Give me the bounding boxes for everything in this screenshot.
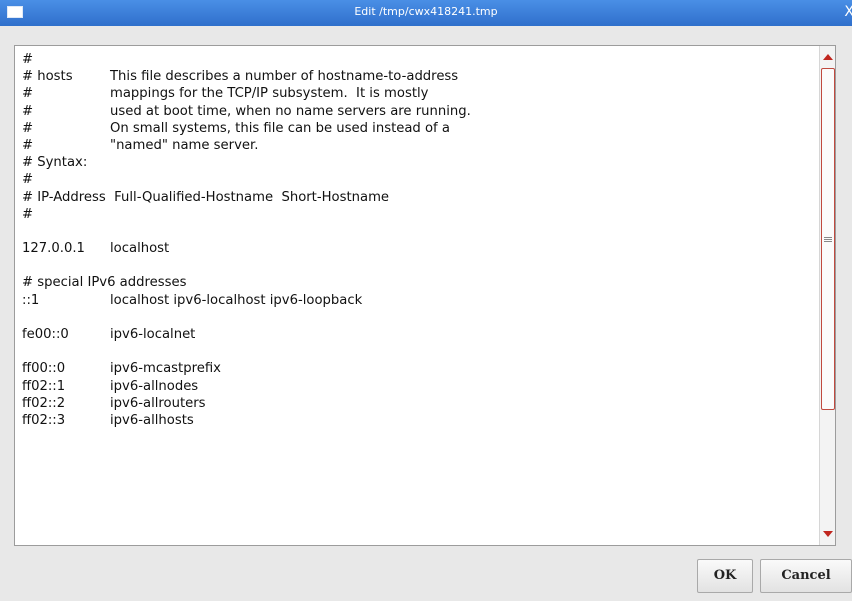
text-line: # "named" name server. — [22, 137, 815, 154]
text-line — [22, 309, 815, 326]
text-line-prefix: # — [22, 206, 34, 222]
text-line — [22, 223, 815, 240]
text-line: # — [22, 51, 815, 68]
text-line — [22, 343, 815, 360]
text-line: # Syntax: — [22, 154, 815, 171]
text-line: ::1 localhost ipv6-localhost ipv6-loopbac… — [22, 292, 815, 309]
text-line-prefix: # — [22, 172, 34, 188]
text-line-prefix: # special IPv6 addresses — [22, 275, 187, 291]
title-bar[interactable]: Edit /tmp/cwx418241.tmp X — [0, 0, 852, 26]
close-icon[interactable]: X — [844, 4, 852, 20]
text-line: ff02::1 ipv6-allnodes — [22, 378, 815, 395]
text-line — [22, 257, 815, 274]
vertical-scrollbar[interactable] — [819, 46, 835, 545]
cancel-button[interactable]: Cancel — [760, 559, 852, 593]
scroll-down-arrow-icon[interactable] — [823, 531, 833, 537]
edit-dialog: Edit /tmp/cwx418241.tmp X # # hosts This f… — [0, 0, 852, 601]
text-line-prefix: # hosts — [22, 69, 73, 85]
text-line-prefix: 127.0.0.1 — [22, 241, 85, 257]
text-line: # — [22, 206, 815, 223]
text-line: # special IPv6 addresses — [22, 274, 815, 291]
text-line-content: ipv6-allnodes — [110, 378, 199, 394]
text-line-content: ipv6-mcastprefix — [110, 361, 221, 377]
text-line-content: used at boot time, when no name servers … — [110, 103, 471, 119]
ok-button[interactable]: OK — [697, 559, 753, 593]
hosts-file-textarea[interactable]: # # hosts This file describes a number of … — [22, 51, 815, 543]
text-line: 127.0.0.1 localhost — [22, 240, 815, 257]
text-line-prefix: ff02::2 — [22, 395, 66, 411]
text-line-prefix: # — [22, 86, 34, 102]
text-line-content: This file describes a number of hostname… — [110, 69, 459, 85]
text-line-content: On small systems, this file can be used … — [110, 120, 450, 136]
text-line: # hosts This file describes a number of h… — [22, 68, 815, 85]
text-line-content: mappings for the TCP/IP subsystem. It is… — [110, 86, 429, 102]
text-line-content: ipv6-allhosts — [110, 412, 194, 428]
text-line-prefix: # — [22, 120, 34, 136]
scroll-thumb[interactable] — [821, 68, 835, 410]
text-editor[interactable]: # # hosts This file describes a number of … — [14, 45, 836, 546]
text-line-content: localhost ipv6-localhost ipv6-loopback — [110, 292, 363, 308]
text-line-content: localhost — [110, 241, 170, 257]
window-title: Edit /tmp/cwx418241.tmp — [354, 5, 498, 18]
text-line-prefix: # — [22, 103, 34, 119]
text-line-prefix: # Syntax: — [22, 155, 88, 171]
text-line-content: ipv6-allrouters — [110, 395, 206, 411]
text-line-prefix: ff02::3 — [22, 412, 66, 428]
text-line: ff00::0 ipv6-mcastprefix — [22, 360, 815, 377]
scroll-grip-icon — [824, 237, 832, 238]
text-line: # — [22, 171, 815, 188]
text-line: ff02::2 ipv6-allrouters — [22, 395, 815, 412]
text-line: fe00::0 ipv6-localnet — [22, 326, 815, 343]
text-line-prefix: ::1 — [22, 292, 40, 308]
text-line-prefix: # — [22, 52, 34, 67]
text-line-content: "named" name server. — [110, 137, 259, 153]
text-line-prefix: ff00::0 — [22, 361, 66, 377]
text-line: ff02::3 ipv6-allhosts — [22, 412, 815, 429]
text-line: # On small systems, this file can be used… — [22, 120, 815, 137]
text-line: # used at boot time, when no name servers… — [22, 103, 815, 120]
text-line-prefix: # — [22, 137, 34, 153]
text-line-prefix: # IP-Address Full-Qualified-Hostname Sho… — [22, 189, 390, 205]
text-line-prefix: fe00::0 — [22, 327, 69, 342]
text-line: # mappings for the TCP/IP subsystem. It i… — [22, 85, 815, 102]
text-line-prefix: ff02::1 — [22, 378, 66, 394]
scroll-up-arrow-icon[interactable] — [823, 54, 833, 60]
text-line-content: ipv6-localnet — [110, 327, 196, 342]
text-line: # IP-Address Full-Qualified-Hostname Sho… — [22, 189, 815, 206]
